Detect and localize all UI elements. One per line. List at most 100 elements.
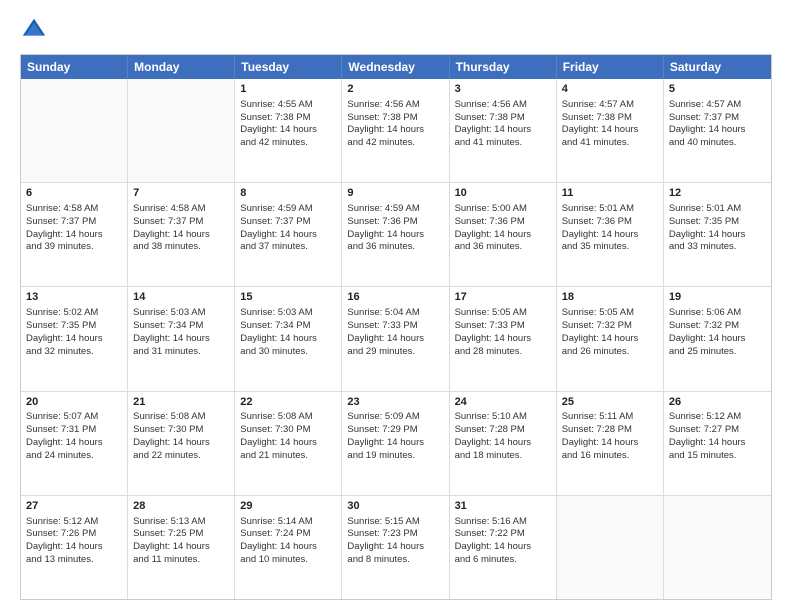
cell-line: and 41 minutes. (562, 137, 658, 150)
cell-line: and 15 minutes. (669, 450, 766, 463)
cell-line: and 28 minutes. (455, 346, 551, 359)
cell-line: and 42 minutes. (347, 137, 443, 150)
cell-line: Sunset: 7:32 PM (669, 320, 766, 333)
cal-header-friday: Friday (557, 55, 664, 79)
day-number: 24 (455, 395, 551, 410)
cal-cell: 13Sunrise: 5:02 AMSunset: 7:35 PMDayligh… (21, 287, 128, 390)
cell-line: Sunrise: 5:12 AM (669, 411, 766, 424)
cal-cell: 20Sunrise: 5:07 AMSunset: 7:31 PMDayligh… (21, 392, 128, 495)
day-number: 6 (26, 186, 122, 201)
cal-header-saturday: Saturday (664, 55, 771, 79)
day-number: 25 (562, 395, 658, 410)
cell-line: Sunset: 7:35 PM (669, 216, 766, 229)
day-number: 19 (669, 290, 766, 305)
cell-line: Daylight: 14 hours (669, 229, 766, 242)
cell-line: Sunset: 7:22 PM (455, 528, 551, 541)
cell-line: Sunset: 7:36 PM (562, 216, 658, 229)
cell-line: Sunset: 7:28 PM (455, 424, 551, 437)
cell-line: Sunset: 7:37 PM (669, 112, 766, 125)
logo-icon (20, 16, 48, 44)
cal-cell: 31Sunrise: 5:16 AMSunset: 7:22 PMDayligh… (450, 496, 557, 599)
cell-line: and 39 minutes. (26, 241, 122, 254)
cell-line: Sunset: 7:27 PM (669, 424, 766, 437)
cell-line: Sunrise: 5:05 AM (562, 307, 658, 320)
cell-line: Sunrise: 4:56 AM (455, 99, 551, 112)
cell-line: Sunrise: 4:57 AM (562, 99, 658, 112)
cell-line: Sunset: 7:33 PM (455, 320, 551, 333)
day-number: 17 (455, 290, 551, 305)
cell-line: Sunset: 7:26 PM (26, 528, 122, 541)
cell-line: Sunset: 7:37 PM (240, 216, 336, 229)
cal-cell: 25Sunrise: 5:11 AMSunset: 7:28 PMDayligh… (557, 392, 664, 495)
cell-line: Sunrise: 4:57 AM (669, 99, 766, 112)
calendar: SundayMondayTuesdayWednesdayThursdayFrid… (20, 54, 772, 600)
cell-line: Sunrise: 5:05 AM (455, 307, 551, 320)
cell-line: Daylight: 14 hours (133, 333, 229, 346)
cell-line: Sunrise: 4:59 AM (240, 203, 336, 216)
cell-line: and 35 minutes. (562, 241, 658, 254)
cal-cell: 8Sunrise: 4:59 AMSunset: 7:37 PMDaylight… (235, 183, 342, 286)
cell-line: Daylight: 14 hours (347, 124, 443, 137)
cell-line: Sunset: 7:33 PM (347, 320, 443, 333)
cal-cell: 17Sunrise: 5:05 AMSunset: 7:33 PMDayligh… (450, 287, 557, 390)
cell-line: and 40 minutes. (669, 137, 766, 150)
cell-line: Daylight: 14 hours (455, 229, 551, 242)
day-number: 16 (347, 290, 443, 305)
calendar-body: 1Sunrise: 4:55 AMSunset: 7:38 PMDaylight… (21, 79, 771, 599)
cell-line: and 24 minutes. (26, 450, 122, 463)
cal-cell: 11Sunrise: 5:01 AMSunset: 7:36 PMDayligh… (557, 183, 664, 286)
cell-line: Sunset: 7:32 PM (562, 320, 658, 333)
cell-line: Sunset: 7:31 PM (26, 424, 122, 437)
cell-line: Sunrise: 4:58 AM (26, 203, 122, 216)
cal-cell: 30Sunrise: 5:15 AMSunset: 7:23 PMDayligh… (342, 496, 449, 599)
cell-line: Sunrise: 5:16 AM (455, 516, 551, 529)
cal-cell: 15Sunrise: 5:03 AMSunset: 7:34 PMDayligh… (235, 287, 342, 390)
cell-line: Sunrise: 5:02 AM (26, 307, 122, 320)
cell-line: Sunset: 7:36 PM (347, 216, 443, 229)
cell-line: Sunrise: 5:07 AM (26, 411, 122, 424)
cell-line: and 13 minutes. (26, 554, 122, 567)
cell-line: Sunset: 7:28 PM (562, 424, 658, 437)
cell-line: Sunset: 7:37 PM (133, 216, 229, 229)
cell-line: and 36 minutes. (455, 241, 551, 254)
cell-line: Daylight: 14 hours (240, 333, 336, 346)
cell-line: Sunrise: 5:10 AM (455, 411, 551, 424)
day-number: 21 (133, 395, 229, 410)
cell-line: Sunrise: 5:14 AM (240, 516, 336, 529)
cal-cell: 2Sunrise: 4:56 AMSunset: 7:38 PMDaylight… (342, 79, 449, 182)
cell-line: and 32 minutes. (26, 346, 122, 359)
day-number: 30 (347, 499, 443, 514)
cal-week-5: 27Sunrise: 5:12 AMSunset: 7:26 PMDayligh… (21, 495, 771, 599)
day-number: 27 (26, 499, 122, 514)
cell-line: and 26 minutes. (562, 346, 658, 359)
cal-header-wednesday: Wednesday (342, 55, 449, 79)
cell-line: and 18 minutes. (455, 450, 551, 463)
cell-line: Sunrise: 5:08 AM (240, 411, 336, 424)
cell-line: Daylight: 14 hours (455, 437, 551, 450)
calendar-header-row: SundayMondayTuesdayWednesdayThursdayFrid… (21, 55, 771, 79)
cell-line: Sunrise: 5:01 AM (669, 203, 766, 216)
day-number: 20 (26, 395, 122, 410)
cell-line: Sunrise: 5:15 AM (347, 516, 443, 529)
cell-line: and 22 minutes. (133, 450, 229, 463)
cal-cell (664, 496, 771, 599)
cell-line: Daylight: 14 hours (26, 229, 122, 242)
cell-line: Sunrise: 5:03 AM (133, 307, 229, 320)
day-number: 13 (26, 290, 122, 305)
cal-cell: 14Sunrise: 5:03 AMSunset: 7:34 PMDayligh… (128, 287, 235, 390)
day-number: 12 (669, 186, 766, 201)
day-number: 1 (240, 82, 336, 97)
cell-line: and 36 minutes. (347, 241, 443, 254)
cal-cell: 4Sunrise: 4:57 AMSunset: 7:38 PMDaylight… (557, 79, 664, 182)
cal-week-4: 20Sunrise: 5:07 AMSunset: 7:31 PM Dayligh… (21, 391, 771, 495)
cell-line: Daylight: 14 hours (347, 333, 443, 346)
cal-cell: 10Sunrise: 5:00 AMSunset: 7:36 PMDayligh… (450, 183, 557, 286)
cell-line: Daylight: 14 hours (347, 437, 443, 450)
cell-line: and 37 minutes. (240, 241, 336, 254)
cell-line: Sunset: 7:30 PM (240, 424, 336, 437)
day-number: 4 (562, 82, 658, 97)
cal-cell: 29Sunrise: 5:14 AMSunset: 7:24 PMDayligh… (235, 496, 342, 599)
cell-line: Daylight: 14 hours (669, 333, 766, 346)
cell-line: and 29 minutes. (347, 346, 443, 359)
cell-line: Sunset: 7:34 PM (240, 320, 336, 333)
